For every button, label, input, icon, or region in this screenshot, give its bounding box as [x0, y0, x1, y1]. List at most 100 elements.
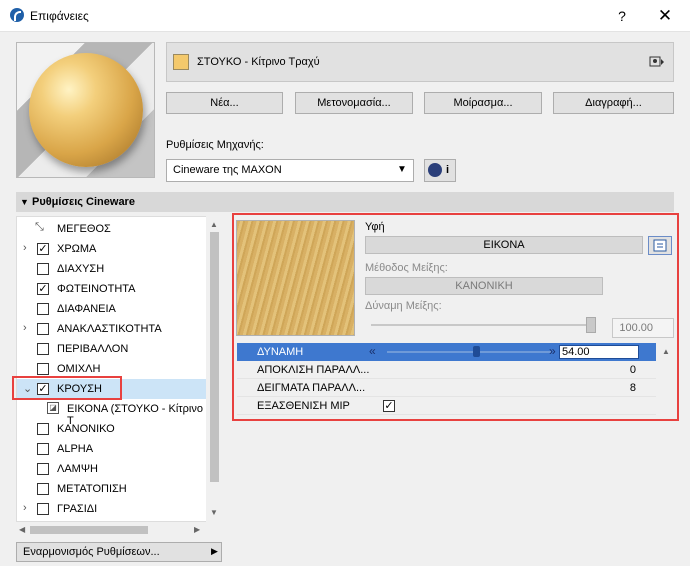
blend-strength-value[interactable]: 100.00 — [612, 318, 674, 338]
share-button[interactable]: Μοίρασμα... — [424, 92, 542, 114]
tree-item-label: ΧΡΩΜΑ — [57, 243, 97, 255]
material-name: ΣΤΟΥΚΟ - Κίτρινο Τραχύ — [197, 56, 320, 68]
image-icon: ◪ — [47, 402, 59, 414]
strength-label: ΔΥΝΑΜΗ — [257, 346, 304, 358]
tree-item-label: ΑΝΑΚΛΑΣΤΙΚΟΤΗΤΑ — [57, 323, 162, 335]
preview-sphere — [29, 53, 143, 167]
resize-icon: ⤡ — [35, 221, 44, 233]
sync-settings-button[interactable]: Εναρμονισμός Ρυθμίσεων... ▶ — [16, 542, 222, 562]
param-row-mip-fade[interactable]: ΕΞΑΣΘΕΝΙΣΗ MIP ✓ — [237, 397, 656, 415]
rename-button[interactable]: Μετονομασία... — [295, 92, 413, 114]
tree-item-label: ΟΜΙΧΛΗ — [57, 363, 101, 375]
tree-item-normal[interactable]: ΚΑΝΟΝΙΚΟ — [17, 419, 207, 439]
expand-arrow-icon[interactable]: › — [23, 322, 27, 334]
expand-arrow-icon[interactable]: › — [23, 242, 27, 254]
tree-item-label: ΜΕΤΑΤΟΠΙΣΗ — [57, 483, 127, 495]
param-label: ΔΕΙΓΜΑΤΑ ΠΑΡΑΛΛ... — [257, 382, 366, 394]
info-icon: i — [446, 164, 450, 176]
param-row-parallax-samples[interactable]: ΔΕΙΓΜΑΤΑ ΠΑΡΑΛΛ... 8 — [237, 379, 656, 397]
arrow-right-icon: ▶ — [211, 546, 218, 556]
tree-item-luminance[interactable]: ✓ ΦΩΤΕΙΝΟΤΗΤΑ — [17, 279, 207, 299]
texture-browse-icon[interactable] — [648, 236, 672, 255]
checkbox[interactable] — [37, 463, 49, 475]
strength-value-input[interactable]: 54.00 — [559, 345, 639, 359]
chevron-down-icon: ▼ — [397, 164, 407, 175]
scroll-thumb[interactable] — [210, 232, 219, 482]
material-picker-icon[interactable] — [649, 55, 665, 69]
checkbox[interactable] — [37, 343, 49, 355]
cineware-settings-header[interactable]: ▼ Ρυθμίσεις Cineware — [16, 192, 674, 212]
checkbox[interactable]: ✓ — [37, 283, 49, 295]
tree-horizontal-scrollbar[interactable]: ◀ ▶ — [16, 522, 206, 538]
tree-item-label: ΦΩΤΕΙΝΟΤΗΤΑ — [57, 283, 136, 295]
blend-strength-label: Δύναμη Μείξης: — [365, 300, 442, 312]
cinema4d-icon — [428, 163, 442, 177]
texture-label: Υφή — [365, 221, 385, 233]
delete-button[interactable]: Διαγραφή... — [553, 92, 674, 114]
close-button[interactable]: ✕ — [654, 6, 676, 26]
checkbox[interactable]: ✓ — [37, 243, 49, 255]
checkbox[interactable] — [37, 443, 49, 455]
checkbox[interactable] — [37, 323, 49, 335]
scroll-right-icon[interactable]: ▶ — [194, 525, 200, 534]
tree-item-size[interactable]: ⤡ ΜΕΓΕΘΟΣ — [17, 219, 207, 239]
param-value[interactable]: 8 — [630, 382, 636, 394]
engine-label: Ρυθμίσεις Μηχανής: — [166, 139, 264, 151]
tree-item-alpha[interactable]: ALPHA — [17, 439, 207, 459]
section-title: Ρυθμίσεις Cineware — [32, 196, 135, 208]
scroll-up-icon[interactable]: ▲ — [662, 347, 670, 356]
collapse-triangle-icon: ▼ — [20, 197, 29, 207]
scroll-left-icon[interactable]: ◀ — [19, 525, 25, 534]
param-label: ΕΞΑΣΘΕΝΙΣΗ MIP — [257, 400, 350, 412]
tree-item-transparency[interactable]: ΔΙΑΦΑΝΕΙΑ — [17, 299, 207, 319]
channel-tree: ⤡ ΜΕΓΕΘΟΣ › ✓ ΧΡΩΜΑ ΔΙΑΧΥΣΗ ✓ ΦΩΤΕΙΝΟΤΗΤ… — [16, 216, 222, 522]
tree-item-color[interactable]: › ✓ ΧΡΩΜΑ — [17, 239, 207, 259]
checkbox[interactable] — [37, 303, 49, 315]
scroll-down-icon[interactable]: ▼ — [210, 508, 218, 517]
tree-item-displacement[interactable]: ΜΕΤΑΤΟΠΙΣΗ — [17, 479, 207, 499]
material-selector[interactable]: ΣΤΟΥΚΟ - Κίτρινο Τραχύ — [166, 42, 674, 82]
scroll-up-icon[interactable]: ▲ — [210, 220, 218, 229]
material-swatch — [173, 54, 189, 70]
param-value[interactable]: 0 — [630, 364, 636, 376]
param-row-strength[interactable]: ΔΥΝΑΜΗ « » 54.00 — [237, 343, 656, 361]
tree-item-glow[interactable]: ΛΑΜΨΗ — [17, 459, 207, 479]
checkbox[interactable] — [37, 423, 49, 435]
tree-item-environment[interactable]: ΠΕΡΙΒΑΛΛΟΝ — [17, 339, 207, 359]
engine-select[interactable]: Cineware της MAXON ▼ — [166, 159, 414, 182]
checkbox[interactable] — [37, 263, 49, 275]
mip-fade-checkbox[interactable]: ✓ — [383, 400, 395, 412]
tree-item-label: ΓΡΑΣΙΔΙ — [57, 503, 98, 515]
blend-strength-thumb[interactable] — [586, 317, 596, 333]
checkbox[interactable] — [37, 363, 49, 375]
param-row-parallax-offset[interactable]: ΑΠΟΚΛΙΣΗ ΠΑΡΑΛΛ... 0 — [237, 361, 656, 379]
app-logo-icon — [10, 8, 24, 22]
decrement-icon[interactable]: « — [369, 344, 376, 358]
expand-arrow-icon[interactable]: › — [23, 502, 27, 514]
tree-vertical-scrollbar[interactable]: ▲ ▼ — [206, 216, 222, 522]
strength-slider-thumb[interactable] — [472, 346, 480, 357]
tree-item-label: ΠΕΡΙΒΑΛΛΟΝ — [57, 343, 129, 355]
tree-item-label: ΜΕΓΕΘΟΣ — [57, 223, 111, 235]
sync-label: Εναρμονισμός Ρυθμίσεων... — [23, 546, 160, 558]
new-button[interactable]: Νέα... — [166, 92, 283, 114]
texture-image-button[interactable]: ΕΙΚΟΝΑ — [365, 236, 643, 254]
checkbox[interactable] — [37, 503, 49, 515]
increment-icon[interactable]: » — [549, 344, 556, 358]
strength-slider-track[interactable] — [387, 351, 551, 353]
material-preview — [16, 42, 155, 178]
tree-item-label: ΔΙΑΧΥΣΗ — [57, 263, 105, 275]
tree-item-reflectance[interactable]: › ΑΝΑΚΛΑΣΤΙΚΟΤΗΤΑ — [17, 319, 207, 339]
scroll-thumb[interactable] — [30, 526, 148, 534]
help-button[interactable]: ? — [612, 6, 632, 26]
checkbox[interactable] — [37, 483, 49, 495]
engine-info-button[interactable]: i — [424, 159, 456, 182]
blend-method-label: Μέθοδος Μείξης: — [365, 262, 448, 274]
tree-item-diffusion[interactable]: ΔΙΑΧΥΣΗ — [17, 259, 207, 279]
bump-highlight-frame — [12, 376, 122, 400]
tree-item-bump-image[interactable]: ◪ ΕΙΚΟΝΑ (ΣΤΟΥΚΟ - Κίτρινο Τ — [17, 399, 207, 427]
blend-strength-slider[interactable] — [371, 324, 596, 326]
blend-method-select[interactable]: ΚΑΝΟΝΙΚΗ — [365, 277, 603, 295]
tree-item-grass[interactable]: › ΓΡΑΣΙΔΙ — [17, 499, 207, 519]
tree-item-label: ΚΑΝΟΝΙΚΟ — [57, 423, 115, 435]
